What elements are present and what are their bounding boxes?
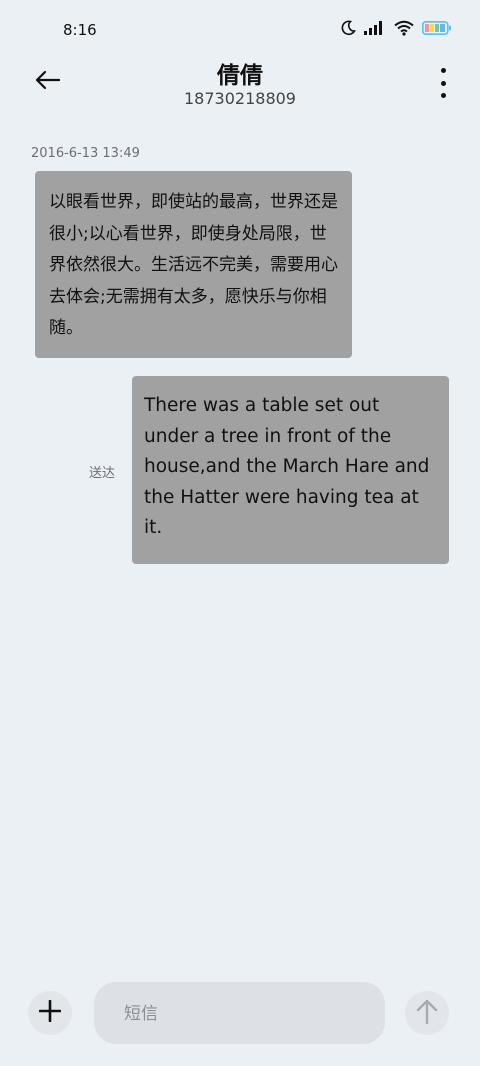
composer-bar [0,980,480,1046]
message-input-container [94,982,385,1046]
status-icons [340,20,452,36]
moon-icon [340,20,356,36]
delivery-status: 送达 [89,466,116,481]
signal-icon [364,21,386,35]
more-vertical-icon [440,68,446,73]
wifi-icon [394,20,414,36]
send-button[interactable] [405,991,449,1035]
conversation-header: 倩倩 18730218809 [0,56,480,116]
incoming-message-bubble[interactable]: 以眼看世界，即使站的最高，世界还是很小;以心看世界，即使身处局限，世界依然很大。… [35,171,352,358]
contact-name: 倩倩 [217,63,263,89]
status-bar: 8:16 [0,0,480,62]
message-timestamp: 2016-6-13 13:49 [31,146,140,161]
outgoing-message-bubble[interactable]: There was a table set out under a tree i… [132,376,449,564]
plus-icon [38,999,62,1026]
battery-icon [422,21,452,35]
more-options-button[interactable] [436,68,450,98]
arrow-up-icon [416,998,438,1028]
contact-number: 18730218809 [184,89,296,108]
add-attachment-button[interactable] [28,991,72,1035]
message-input[interactable] [122,982,361,1046]
status-time: 8:16 [63,21,97,39]
